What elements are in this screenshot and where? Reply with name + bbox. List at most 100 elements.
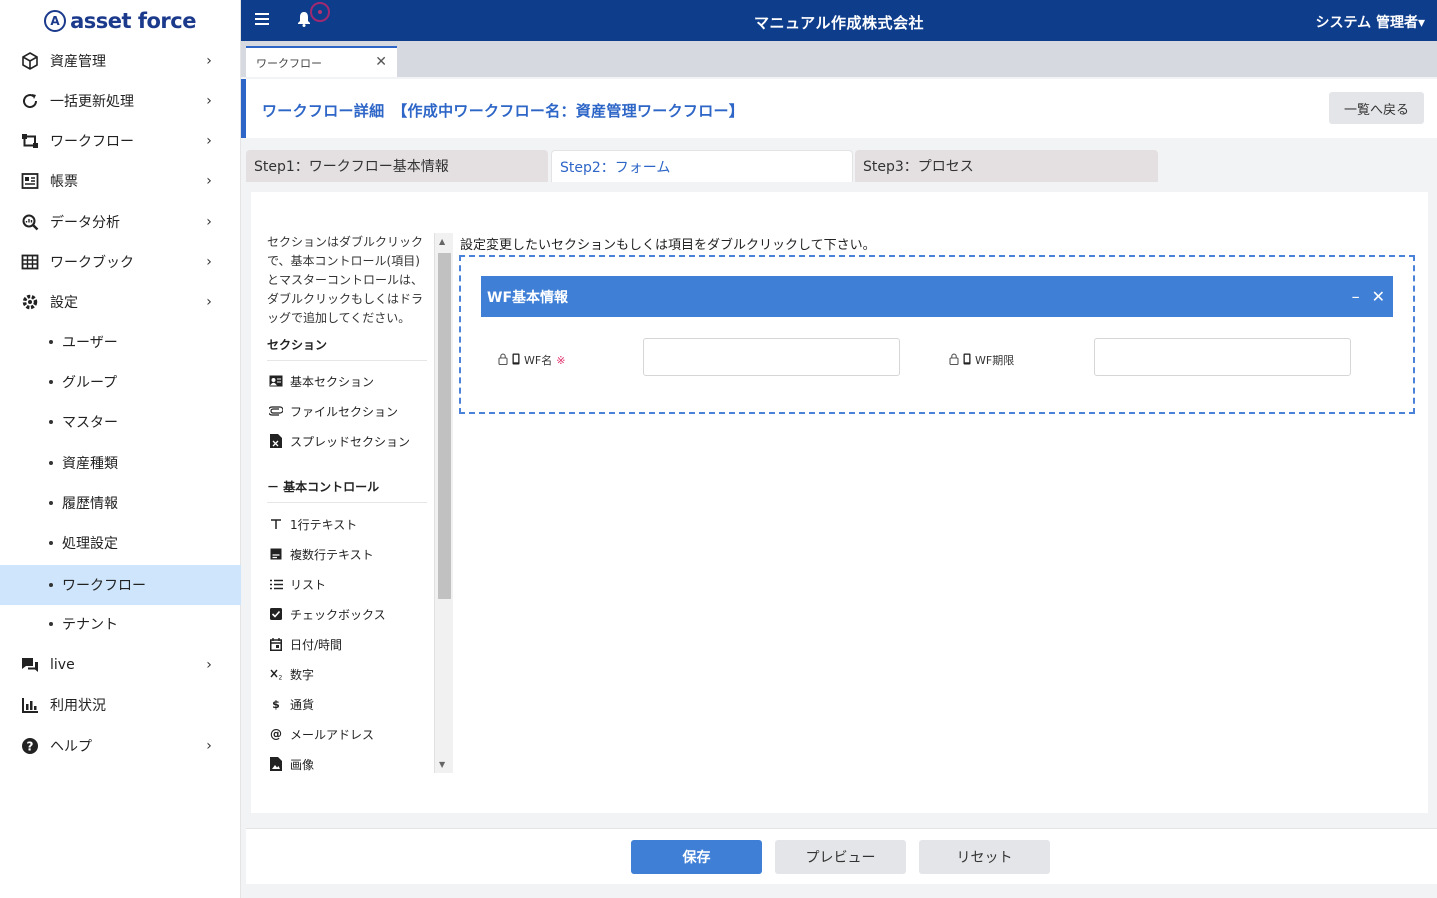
sidebar-subitem-label: 資産種類 — [62, 456, 118, 472]
sidebar-item-label: live — [50, 657, 75, 673]
palette-item-multi-line-text[interactable]: 複数行テキスト — [267, 539, 453, 569]
table-icon — [20, 252, 40, 272]
palette-item-spread-section[interactable]: スプレッドセクション — [267, 426, 453, 456]
palette-item-image[interactable]: 画像 — [267, 749, 453, 779]
bar-chart-icon — [20, 695, 40, 715]
page-title: ワークフロー詳細 【作成中ワークフロー名：資産管理ワークフロー】 — [262, 102, 745, 120]
mobile-icon — [512, 353, 520, 368]
user-menu[interactable]: システム 管理者▾ — [1316, 12, 1425, 32]
sidebar-item-asset-management[interactable]: 資産管理 › — [0, 41, 241, 81]
palette-item-number[interactable]: 2 数字 — [267, 659, 453, 689]
chevron-right-icon: › — [206, 254, 212, 270]
palette-item-currency[interactable]: $ 通貨 — [267, 689, 453, 719]
tab-step3[interactable]: Step3：プロセス — [855, 150, 1158, 182]
sidebar-item-report[interactable]: 帳票 › — [0, 161, 241, 201]
palette-item-basic-section[interactable]: 基本セクション — [267, 366, 453, 396]
document-tab-bar: ワークフロー ✕ — [241, 41, 1437, 77]
palette-item-checkbox[interactable]: チェックボックス — [267, 599, 453, 629]
app-logo[interactable]: A asset force — [0, 0, 240, 41]
tab-step2[interactable]: Step2：フォーム — [551, 150, 853, 182]
tab-workflow[interactable]: ワークフロー ✕ — [246, 46, 397, 77]
sidebar-subitem-process-settings[interactable]: 処理設定 — [0, 523, 241, 563]
sidebar-item-label: 帳票 — [50, 174, 78, 190]
svg-text:2: 2 — [278, 675, 282, 681]
bullet — [49, 541, 53, 545]
checkbox-icon — [269, 607, 283, 621]
image-icon — [269, 757, 283, 771]
palette-item-email[interactable]: @ メールアドレス — [267, 719, 453, 749]
sidebar-item-workflow[interactable]: ワークフロー › — [0, 121, 241, 161]
sidebar-item-live[interactable]: live › — [0, 645, 241, 685]
top-header: マニュアル作成株式会社 システム 管理者▾ — [241, 0, 1437, 41]
sidebar-subitem-master[interactable]: マスター — [0, 402, 241, 442]
page-title-bar: ワークフロー詳細 【作成中ワークフロー名：資産管理ワークフロー】 一覧へ戻る — [241, 79, 1437, 138]
palette-item-label: リスト — [290, 577, 327, 592]
sidebar-item-label: 利用状況 — [50, 698, 106, 714]
preview-button[interactable]: プレビュー — [775, 840, 906, 874]
bullet — [49, 380, 53, 384]
basic-controls-header[interactable]: － 基本コントロール — [267, 478, 427, 503]
palette-item-label: 画像 — [290, 757, 315, 772]
sidebar-subitem-workflow[interactable]: ワークフロー — [0, 565, 241, 605]
wf-name-input[interactable] — [643, 338, 900, 376]
sidebar-item-bulk-update[interactable]: 一括更新処理 › — [0, 81, 241, 121]
spreadsheet-icon — [269, 434, 283, 448]
sidebar-item-label: ワークフロー — [50, 134, 134, 150]
sidebar-item-label: 資産管理 — [50, 54, 106, 70]
palette-item-file-section[interactable]: ファイルセクション — [267, 396, 453, 426]
sidebar-item-label: 設定 — [50, 295, 78, 311]
minimize-icon[interactable]: – — [1352, 287, 1360, 306]
palette-item-label: スプレッドセクション — [290, 434, 411, 449]
workflow-icon — [20, 131, 40, 151]
sidebar-subitem-groups[interactable]: グループ — [0, 362, 241, 402]
sidebar-item-usage[interactable]: 利用状況 — [0, 685, 241, 725]
logo-icon: A — [44, 9, 67, 32]
field-label-wf-name[interactable]: WF名 ※ — [498, 352, 565, 368]
sidebar-item-workbook[interactable]: ワークブック › — [0, 242, 241, 282]
back-to-list-button[interactable]: 一覧へ戻る — [1329, 92, 1424, 124]
save-button[interactable]: 保存 — [631, 840, 762, 874]
section-header[interactable]: WF基本情報 – ✕ — [481, 276, 1393, 317]
sidebar-subitem-label: テナント — [62, 617, 118, 633]
palette-item-label: 複数行テキスト — [290, 547, 374, 562]
tab-step1[interactable]: Step1：ワークフロー基本情報 — [246, 150, 548, 182]
calendar-icon — [269, 637, 283, 651]
chevron-right-icon: › — [206, 173, 212, 189]
sidebar-item-help[interactable]: ? ヘルプ › — [0, 726, 241, 766]
close-icon[interactable]: ✕ — [375, 54, 387, 70]
box-icon — [20, 51, 40, 71]
bullet — [49, 461, 53, 465]
chat-icon — [20, 655, 40, 675]
sidebar-item-label: データ分析 — [50, 215, 120, 231]
sidebar-item-data-analysis[interactable]: データ分析 › — [0, 202, 241, 242]
palette-item-single-line-text[interactable]: 1行テキスト — [267, 509, 453, 539]
sidebar-subitem-history[interactable]: 履歴情報 — [0, 483, 241, 523]
lock-icon — [498, 353, 508, 368]
sidebar-item-settings[interactable]: 設定 › — [0, 282, 241, 322]
sidebar-subitem-asset-types[interactable]: 資産種類 — [0, 443, 241, 483]
palette-item-label: 1行テキスト — [290, 517, 358, 532]
scroll-up-icon[interactable]: ▲ — [439, 237, 445, 246]
close-icon[interactable]: ✕ — [1372, 287, 1385, 306]
bullet — [49, 622, 53, 626]
wf-deadline-input[interactable] — [1094, 338, 1351, 376]
form-drop-zone[interactable]: WF基本情報 – ✕ WF名 ※ WF期限 — [459, 255, 1415, 414]
field-label-wf-deadline[interactable]: WF期限 — [949, 352, 1014, 368]
analytics-icon — [20, 212, 40, 232]
help-icon: ? — [20, 736, 40, 756]
reset-button[interactable]: リセット — [919, 840, 1050, 874]
sidebar-subitem-label: マスター — [62, 415, 118, 431]
section-title: WF基本情報 — [487, 289, 569, 306]
scroll-down-icon[interactable]: ▼ — [439, 760, 445, 769]
field-name: WF名 — [524, 354, 553, 367]
section-group-header: セクション — [267, 336, 427, 361]
required-mark: ※ — [556, 353, 566, 367]
footer-actions: 保存 プレビュー リセット — [246, 828, 1437, 884]
palette-item-list[interactable]: リスト — [267, 569, 453, 599]
palette-item-datetime[interactable]: 日付/時間 — [267, 629, 453, 659]
sidebar-subitem-users[interactable]: ユーザー — [0, 322, 241, 362]
bullet — [49, 420, 53, 424]
palette-scrollbar[interactable]: ▲ ▼ — [434, 233, 453, 773]
sidebar-subitem-tenant[interactable]: テナント — [0, 604, 241, 644]
scrollbar-thumb[interactable] — [438, 253, 451, 599]
